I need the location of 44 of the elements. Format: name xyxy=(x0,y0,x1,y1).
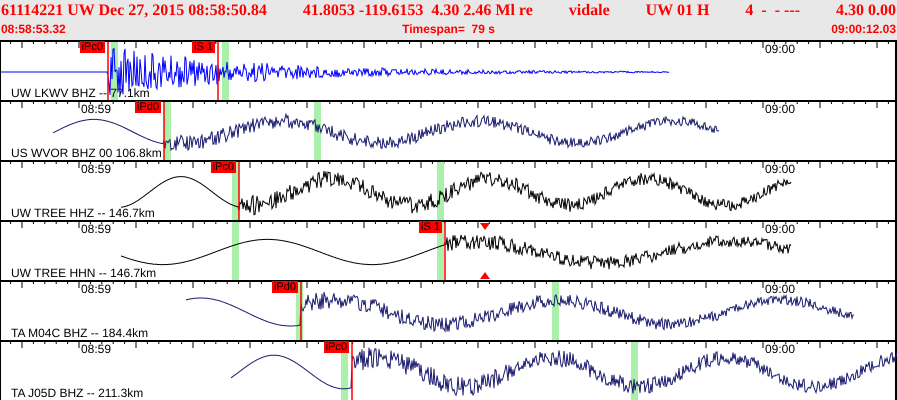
timespan: Timespan= 79 s xyxy=(402,22,495,36)
time-label: 09:00 xyxy=(765,163,796,175)
pick-label: iPc0 xyxy=(324,341,349,353)
pick-line xyxy=(351,342,353,400)
pick-line xyxy=(107,42,109,100)
time-label: 09:00 xyxy=(765,343,796,355)
station-label: UW TREE HHZ -- 146.7km xyxy=(11,207,155,219)
time-label: 09:00 xyxy=(765,223,796,235)
pick-line xyxy=(217,42,219,100)
pick-window xyxy=(232,222,239,280)
pick-window xyxy=(314,102,321,160)
time-label: 08:59 xyxy=(81,343,112,355)
source-code: UW 01 H xyxy=(646,1,710,21)
pick-label: iPc0 xyxy=(210,161,236,173)
pick-label: iPd0 xyxy=(272,281,298,293)
time-label: 08:59 xyxy=(81,223,112,235)
pick-line xyxy=(444,222,446,280)
pick-label: iPd0 xyxy=(134,101,161,113)
start-time: 08:58:53.32 xyxy=(1,22,66,36)
station-label: US WVOR BHZ 00 106.8km xyxy=(11,147,162,159)
end-time: 09:00:12.03 xyxy=(831,22,896,36)
event-id: 61114221 UW Dec 27, 2015 08:58:50.84 xyxy=(1,1,267,21)
pick-line xyxy=(300,282,302,340)
pick-label: iS 1 xyxy=(192,41,215,53)
station-label: UW TREE HHN -- 146.7km xyxy=(11,267,156,279)
event-values: 4.30 0.00 xyxy=(836,1,896,21)
time-label: 09:00 xyxy=(765,43,796,55)
station-label: TA M04C BHZ -- 184.4km xyxy=(11,327,148,339)
time-label: 08:59 xyxy=(81,103,112,115)
pick-line xyxy=(238,162,240,220)
time-label: 09:00 xyxy=(765,103,796,115)
pick-line xyxy=(163,102,165,160)
pick-label: iS 1 xyxy=(419,221,442,233)
arrival-marker xyxy=(480,223,490,279)
time-label: 08:59 xyxy=(81,283,112,295)
time-label: 08:59 xyxy=(81,163,112,175)
pick-window xyxy=(552,282,559,340)
station-label: TA J05D BHZ -- 211.3km xyxy=(11,387,144,399)
event-fields: 4 - - --- xyxy=(745,0,800,22)
time-label: 09:00 xyxy=(765,283,796,295)
event-location: 41.8053 -119.6153 4.30 2.46 Ml re xyxy=(302,1,533,21)
pick-window xyxy=(437,162,444,220)
pick-label: iPc0 xyxy=(80,41,105,53)
analyst-name: vidale xyxy=(568,1,610,21)
